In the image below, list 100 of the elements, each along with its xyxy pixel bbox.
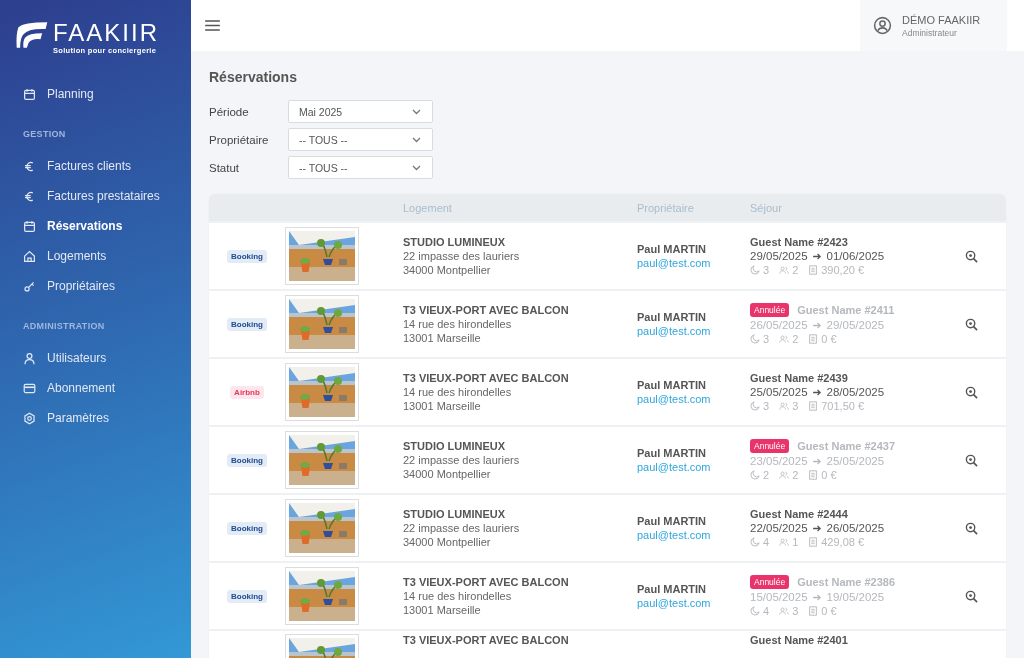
end-date: 19/05/2025 bbox=[826, 591, 885, 603]
channel-tag: Booking bbox=[227, 453, 267, 467]
nights-count: 4 bbox=[763, 536, 770, 548]
property-address: 22 impasse des lauriers bbox=[403, 454, 521, 466]
calendar-icon bbox=[23, 87, 36, 101]
filter-select[interactable]: -- TOUS -- bbox=[288, 156, 433, 179]
property-city: 13001 Marseille bbox=[403, 604, 482, 616]
brand-name: FAAKIIR bbox=[53, 20, 160, 46]
filter-label: Période bbox=[209, 105, 250, 118]
amount: 0 € bbox=[821, 469, 837, 481]
guest-name: Guest Name #2444 bbox=[750, 508, 848, 520]
guest-name: Guest Name #2411 bbox=[797, 304, 895, 316]
sidebar-item[interactable]: Logements bbox=[10, 241, 181, 271]
owner-email[interactable]: paul@test.com bbox=[637, 461, 750, 473]
euro-icon bbox=[23, 189, 36, 203]
nights-count: 4 bbox=[763, 605, 770, 617]
section-heading: GESTION bbox=[22, 128, 67, 141]
amount: 0 € bbox=[821, 333, 837, 345]
guests-count: 3 bbox=[792, 605, 799, 617]
channel-tag: Booking bbox=[227, 249, 267, 263]
owner-name: Paul MARTIN bbox=[637, 515, 708, 527]
arrow-icon bbox=[812, 593, 822, 601]
end-date: 01/06/2025 bbox=[826, 250, 885, 262]
start-date: 22/05/2025 bbox=[750, 522, 808, 534]
moon-icon bbox=[750, 537, 760, 547]
arrow-icon bbox=[812, 457, 822, 465]
owner-email[interactable]: paul@test.com bbox=[637, 257, 750, 269]
chevron-down-icon bbox=[412, 164, 421, 171]
filter-select[interactable]: -- TOUS -- bbox=[288, 128, 433, 151]
property-name: T3 VIEUX-PORT AVEC BALCON bbox=[403, 304, 570, 316]
property-city: 13001 Marseille bbox=[403, 400, 482, 412]
property-city: 34000 Montpellier bbox=[403, 468, 492, 480]
property-name: STUDIO LUMINEUX bbox=[403, 508, 507, 520]
property-city: 34000 Montpellier bbox=[403, 536, 492, 548]
cancelled-badge: Annulée bbox=[750, 439, 790, 453]
filter-select[interactable]: Mai 2025 bbox=[288, 100, 433, 123]
receipt-icon bbox=[808, 401, 819, 411]
property-address: 14 rue des hirondelles bbox=[403, 590, 513, 602]
end-date: 25/05/2025 bbox=[826, 455, 885, 467]
logo-icon bbox=[15, 20, 49, 50]
start-date: 23/05/2025 bbox=[750, 455, 808, 467]
sidebar-item[interactable]: Factures prestataires bbox=[10, 181, 181, 211]
amount: 701,50 € bbox=[821, 400, 865, 412]
people-icon bbox=[779, 470, 790, 480]
cancelled-badge: Annulée bbox=[750, 575, 790, 589]
sidebar-item[interactable]: Factures clients bbox=[10, 151, 181, 181]
sidebar-item[interactable]: Planning bbox=[10, 79, 181, 109]
property-name: STUDIO LUMINEUX bbox=[403, 440, 507, 452]
property-address: 22 impasse des lauriers bbox=[403, 250, 521, 262]
card-icon bbox=[23, 381, 36, 395]
user-icon bbox=[23, 351, 36, 365]
nights-count: 3 bbox=[763, 264, 770, 276]
start-date: 25/05/2025 bbox=[750, 386, 808, 398]
moon-icon bbox=[750, 470, 760, 480]
owner-email[interactable]: paul@test.com bbox=[637, 529, 750, 541]
people-icon bbox=[779, 606, 790, 616]
sidebar-item[interactable]: Abonnement bbox=[10, 373, 181, 403]
guests-count: 3 bbox=[792, 400, 799, 412]
owner-email[interactable]: paul@test.com bbox=[637, 597, 750, 609]
column-header: Propriétaire bbox=[637, 201, 695, 214]
sidebar-item[interactable]: Utilisateurs bbox=[10, 343, 181, 373]
chevron-down-icon bbox=[412, 136, 421, 143]
property-name: T3 VIEUX-PORT AVEC BALCON bbox=[403, 576, 570, 588]
property-address: 14 rue des hirondelles bbox=[403, 386, 513, 398]
end-date: 29/05/2025 bbox=[826, 319, 885, 331]
sidebar-item[interactable]: Réservations bbox=[10, 211, 181, 241]
end-date: 26/05/2025 bbox=[826, 522, 885, 534]
owner-name: Paul MARTIN bbox=[637, 583, 708, 595]
moon-icon bbox=[750, 401, 760, 411]
arrow-icon bbox=[812, 252, 822, 260]
amount: 429,08 € bbox=[821, 536, 865, 548]
filter-label: Propriétaire bbox=[209, 133, 270, 146]
receipt-icon bbox=[808, 606, 819, 616]
receipt-icon bbox=[808, 470, 819, 480]
start-date: 26/05/2025 bbox=[750, 319, 808, 331]
home-icon bbox=[23, 249, 36, 263]
sidebar-item[interactable]: Propriétaires bbox=[10, 271, 181, 301]
user-menu[interactable]: DÉMO FAAKIIR Administrateur bbox=[860, 0, 1007, 51]
guest-name: Guest Name #2437 bbox=[797, 440, 896, 452]
start-date: 15/05/2025 bbox=[750, 591, 808, 603]
amount: 390,20 € bbox=[821, 264, 865, 276]
nights-count: 3 bbox=[763, 333, 770, 345]
column-header: Logement bbox=[403, 201, 453, 214]
page-title: Réservations bbox=[209, 69, 298, 85]
channel-tag: Booking bbox=[227, 317, 267, 331]
guest-name: Guest Name #2401 bbox=[750, 634, 848, 646]
property-name: T3 VIEUX-PORT AVEC BALCON bbox=[403, 634, 570, 646]
moon-icon bbox=[750, 334, 760, 344]
property-name: STUDIO LUMINEUX bbox=[403, 236, 507, 248]
receipt-icon bbox=[808, 334, 819, 344]
owner-email[interactable]: paul@test.com bbox=[637, 393, 750, 405]
channel-tag: Booking bbox=[227, 589, 267, 603]
calendar-icon bbox=[23, 219, 36, 233]
nights-count: 2 bbox=[763, 469, 770, 481]
moon-icon bbox=[750, 606, 760, 616]
chevron-down-icon bbox=[412, 108, 421, 115]
owner-email[interactable]: paul@test.com bbox=[637, 325, 750, 337]
sidebar-item[interactable]: Paramètres bbox=[10, 403, 181, 433]
column-header: Séjour bbox=[750, 201, 783, 214]
arrow-icon bbox=[812, 524, 822, 532]
